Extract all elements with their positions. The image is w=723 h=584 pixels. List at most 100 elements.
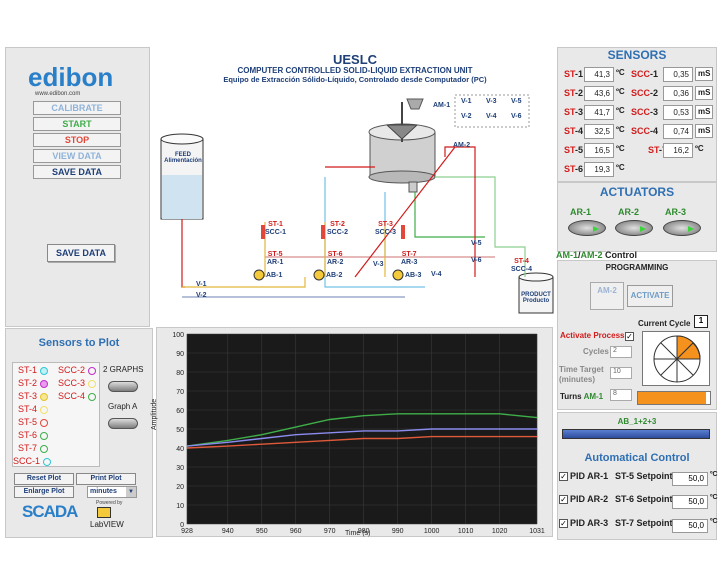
y-tick-label: 90 xyxy=(176,351,184,358)
pid-ar3-label: PID AR-3 xyxy=(570,518,609,528)
current-cycle-value: 1 xyxy=(694,315,708,328)
y-tick-label: 30 xyxy=(176,465,184,472)
pid-ar2-label: PID AR-2 xyxy=(570,494,609,504)
plot-scc3[interactable]: SCC-3 xyxy=(58,378,97,388)
pump-ab1-icon xyxy=(253,269,265,281)
activate-process-checkbox[interactable]: ✓ xyxy=(625,332,634,341)
activate-process-label: Activate Process xyxy=(560,331,625,340)
plot-st7[interactable]: ST-7 xyxy=(18,443,49,453)
save-data-top-button[interactable]: SAVE DATA xyxy=(33,165,121,179)
graph-a-label: Graph A xyxy=(108,402,138,411)
stop-button[interactable]: STOP xyxy=(33,133,121,147)
st6-setpoint-value[interactable]: 50,0 xyxy=(672,495,708,509)
pid-ar1-checkbox[interactable]: ✓ xyxy=(559,472,568,481)
st4-unit: ºC xyxy=(616,125,625,134)
plot-st6[interactable]: ST-6 xyxy=(18,430,49,440)
reset-plot-button[interactable]: Reset Plot xyxy=(14,473,74,485)
edibon-logo: edibon xyxy=(28,62,113,93)
ar1-actuator-button[interactable] xyxy=(568,220,606,236)
view-data-button[interactable]: VIEW DATA xyxy=(33,149,121,163)
x-tick-label: 1020 xyxy=(492,528,508,535)
turns-value[interactable]: 8 xyxy=(610,389,632,401)
diagram-title: UESLC xyxy=(332,52,378,67)
st6-label: ST-6 xyxy=(564,164,584,174)
ab1-label: AB-1 xyxy=(266,272,283,279)
st1-label: ST-1 xyxy=(564,69,584,79)
pid-ar2-checkbox[interactable]: ✓ xyxy=(559,495,568,504)
y-tick-label: 70 xyxy=(176,389,184,396)
sensors-title: SENSORS xyxy=(607,48,667,62)
st6-ar2-label: ST-6 AR-2 xyxy=(327,251,344,266)
st2-scc2-label: ST-2 SCC-2 xyxy=(327,221,349,236)
plot-st1[interactable]: ST-1 xyxy=(18,365,49,375)
graph-a-toggle[interactable] xyxy=(108,418,138,429)
time-target-value[interactable]: 10 xyxy=(610,367,632,379)
scc1-value: 0,35 xyxy=(663,67,693,82)
ar2-actuator-button[interactable] xyxy=(615,220,653,236)
st5-label: ST-5 xyxy=(564,145,584,155)
st5-setpoint-value[interactable]: 50,0 xyxy=(672,472,708,486)
save-data-button[interactable]: SAVE DATA xyxy=(47,244,115,262)
feed-tank-label: FEED Alimentación xyxy=(164,152,202,164)
heater-ar2-icon xyxy=(321,225,325,239)
print-plot-button[interactable]: Print Plot xyxy=(76,473,136,485)
cycles-value[interactable]: 2 xyxy=(610,346,632,358)
scc3-label: SCC-3 xyxy=(631,107,659,117)
st2-value: 43,6 xyxy=(584,86,614,101)
x-tick-label: 960 xyxy=(290,528,302,535)
powered-by-label: Powered by xyxy=(96,500,123,506)
x-tick-label: 1000 xyxy=(424,528,440,535)
v4-label: V-4 xyxy=(486,113,497,120)
enlarge-plot-button[interactable]: Enlarge Plot xyxy=(14,486,74,498)
st6-value: 19,3 xyxy=(584,162,614,177)
pump-ab2-icon xyxy=(313,269,325,281)
st5-value: 16,5 xyxy=(584,143,614,158)
diagram-subtitle-es: Equipo de Extracción Sólido-Líquido, Con… xyxy=(223,75,487,84)
activate-button[interactable]: ACTIVATE xyxy=(627,285,673,307)
y-tick-label: 50 xyxy=(176,427,184,434)
y-tick-label: 80 xyxy=(176,370,184,377)
time-unit-select[interactable]: minutes ▼ xyxy=(87,486,137,498)
plot-scc1[interactable]: SCC-1 xyxy=(13,456,52,466)
st5-unit: ºC xyxy=(616,144,625,153)
calibrate-button[interactable]: CALIBRATE xyxy=(33,101,121,115)
v1-label: V-1 xyxy=(461,98,472,105)
actuators-title: ACTUATORS xyxy=(599,185,675,199)
plot-st3[interactable]: ST-3 xyxy=(18,391,49,401)
plot-scc2[interactable]: SCC-2 xyxy=(58,365,97,375)
ab-slider[interactable] xyxy=(562,429,710,439)
st5-setpoint-label: ST-5 Setpoint xyxy=(615,471,673,481)
diagram-svg xyxy=(160,94,554,314)
st6-setpoint-label: ST-6 Setpoint xyxy=(615,494,673,504)
plot-scc4[interactable]: SCC-4 xyxy=(58,391,97,401)
two-graphs-toggle[interactable] xyxy=(108,381,138,392)
start-button[interactable]: START xyxy=(33,117,121,131)
st3-label: ST-3 xyxy=(564,107,584,117)
y-tick-label: 40 xyxy=(176,446,184,453)
am2-switch[interactable]: AM-2 xyxy=(590,282,624,310)
st7-value: 16,2 xyxy=(663,143,693,158)
scc4-value: 0,74 xyxy=(663,124,693,139)
cycle-wheel-icon xyxy=(653,335,701,383)
v3-pipe-label: V-3 xyxy=(373,261,384,268)
plot-st4[interactable]: ST-4 xyxy=(18,404,49,414)
am2-label: AM-2 xyxy=(453,142,471,149)
st7-setpoint-value[interactable]: 50,0 xyxy=(672,519,708,533)
ab-label: AB_1+2+3 xyxy=(617,417,657,426)
cycles-label: Cycles xyxy=(583,347,609,356)
st6-unit: ºC xyxy=(616,163,625,172)
plot-st2[interactable]: ST-2 xyxy=(18,378,49,388)
time-series-chart: 0102030405060708090100928 940 950 960 970 980… xyxy=(172,332,545,535)
ar3-actuator-button[interactable] xyxy=(663,220,701,236)
pid-ar3-checkbox[interactable]: ✓ xyxy=(559,519,568,528)
x-tick-label: 950 xyxy=(256,528,268,535)
v1-pipe-label: V-1 xyxy=(196,281,207,288)
st3-scc3-label: ST-3 SCC-3 xyxy=(375,221,397,236)
st3-unit: ºC xyxy=(616,106,625,115)
cycle-wheel xyxy=(642,331,710,386)
scc4-label: SCC-4 xyxy=(631,126,659,136)
v6-pipe-label: V-6 xyxy=(471,257,482,264)
two-graphs-label: 2 GRAPHS xyxy=(103,365,144,374)
pid-ar1-label: PID AR-1 xyxy=(570,471,609,481)
plot-st5[interactable]: ST-5 xyxy=(18,417,49,427)
